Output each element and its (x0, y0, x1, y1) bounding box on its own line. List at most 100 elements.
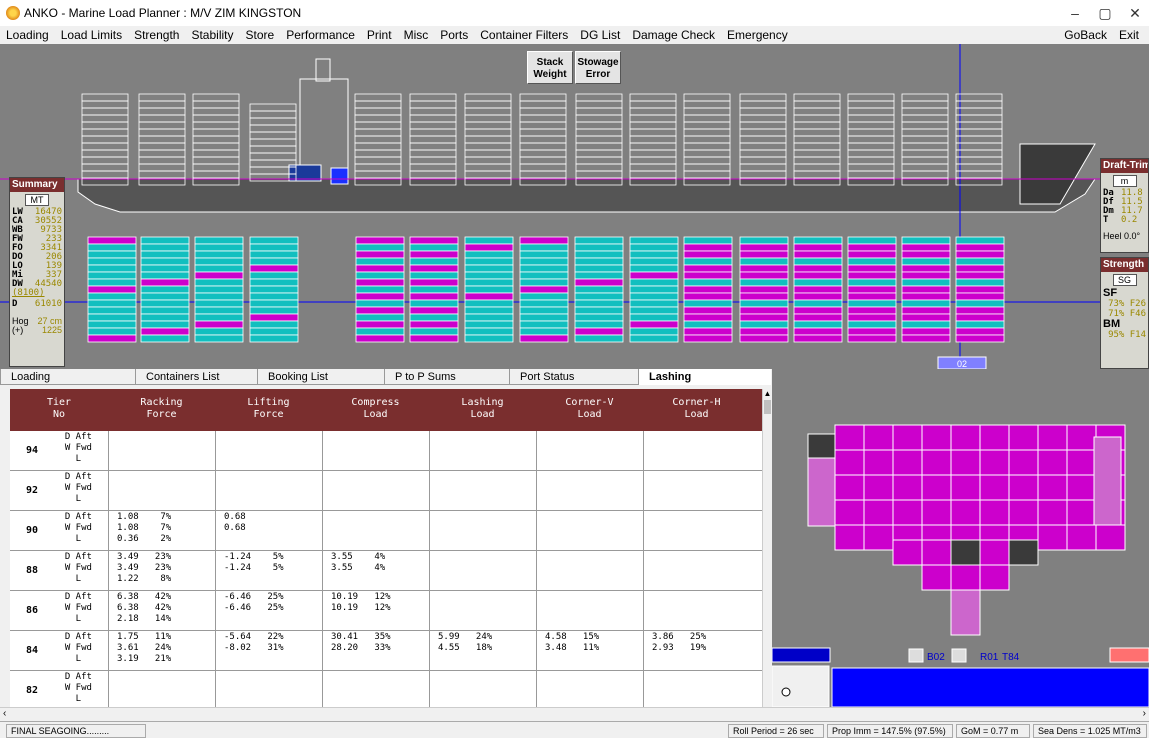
hold-slot[interactable] (355, 285, 405, 294)
menu-strength[interactable]: Strength (128, 28, 185, 42)
bay-slot[interactable] (950, 424, 981, 451)
hold-slot[interactable] (793, 292, 843, 301)
hold-slot[interactable] (464, 334, 514, 343)
deck-slot[interactable] (901, 107, 949, 116)
deck-slot[interactable] (793, 93, 841, 102)
hold-slot[interactable] (683, 299, 733, 308)
deck-slot[interactable] (464, 107, 512, 116)
deck-slot[interactable] (683, 163, 731, 172)
bay-slot[interactable] (1008, 424, 1039, 451)
deck-slot[interactable] (519, 170, 567, 179)
deck-slot[interactable] (955, 163, 1003, 172)
hold-slot[interactable] (955, 299, 1005, 308)
aft-radio[interactable] (781, 687, 791, 697)
deck-slot[interactable] (192, 107, 240, 116)
deck-slot[interactable] (629, 121, 677, 130)
hold-slot[interactable] (194, 292, 244, 301)
hold-slot[interactable] (901, 334, 951, 343)
deck-slot[interactable] (409, 149, 457, 158)
hold-slot[interactable] (140, 264, 190, 273)
deck-slot[interactable] (793, 121, 841, 130)
bay-lower-slot[interactable] (950, 539, 981, 566)
deck-slot[interactable] (901, 142, 949, 151)
tab-lashing[interactable]: Lashing (638, 369, 771, 385)
hold-slot[interactable] (249, 313, 299, 322)
deck-slot[interactable] (575, 121, 623, 130)
hold-slot[interactable] (901, 278, 951, 287)
menu-damage-check[interactable]: Damage Check (626, 28, 721, 42)
hold-slot[interactable] (519, 285, 569, 294)
deck-slot[interactable] (955, 149, 1003, 158)
minimize-button[interactable]: – (1060, 3, 1090, 23)
table-row[interactable]: 94 D Aft W Fwd L (10, 431, 762, 471)
deck-slot[interactable] (249, 152, 297, 161)
hold-slot[interactable] (683, 250, 733, 259)
deck-slot[interactable] (575, 93, 623, 102)
hold-slot[interactable] (249, 327, 299, 336)
hold-slot[interactable] (519, 236, 569, 245)
hold-slot[interactable] (847, 236, 897, 245)
deck-slot[interactable] (955, 100, 1003, 109)
bay-lower-slot[interactable] (921, 539, 952, 566)
deck-slot[interactable] (409, 114, 457, 123)
hold-slot[interactable] (355, 257, 405, 266)
tab-booking-list[interactable]: Booking List (257, 369, 384, 385)
hold-slot[interactable] (847, 313, 897, 322)
deck-slot[interactable] (901, 121, 949, 130)
deck-slot[interactable] (249, 124, 297, 133)
hold-slot[interactable] (87, 306, 137, 315)
bay-lower-slot[interactable] (979, 564, 1010, 591)
deck-slot[interactable] (249, 131, 297, 140)
hold-slot[interactable] (739, 334, 789, 343)
hold-slot[interactable] (574, 334, 624, 343)
deck-slot[interactable] (249, 103, 297, 112)
hold-slot[interactable] (409, 299, 459, 308)
deck-slot[interactable] (192, 156, 240, 165)
table-row[interactable]: 82 D Aft W Fwd L (10, 671, 762, 707)
deck-slot[interactable] (901, 170, 949, 179)
deck-slot[interactable] (354, 149, 402, 158)
hold-slot[interactable] (901, 236, 951, 245)
hold-slot[interactable] (249, 306, 299, 315)
hold-slot[interactable] (847, 334, 897, 343)
deck-slot[interactable] (81, 128, 129, 137)
hold-slot[interactable] (793, 250, 843, 259)
lashing-group[interactable] (771, 665, 830, 708)
deck-slot[interactable] (519, 100, 567, 109)
deck-slot[interactable] (683, 121, 731, 130)
bay-slot[interactable] (834, 474, 865, 501)
hold-slot[interactable] (249, 285, 299, 294)
hold-slot[interactable] (519, 243, 569, 252)
hold-slot[interactable] (574, 292, 624, 301)
deck-slot[interactable] (847, 149, 895, 158)
bay-prev-button[interactable] (908, 648, 924, 663)
deck-slot[interactable] (138, 135, 186, 144)
hold-slot[interactable] (629, 257, 679, 266)
hold-slot[interactable] (629, 278, 679, 287)
hold-slot[interactable] (901, 285, 951, 294)
hold-slot[interactable] (793, 264, 843, 273)
deck-slot[interactable] (192, 128, 240, 137)
hold-slot[interactable] (140, 292, 190, 301)
hold-slot[interactable] (464, 306, 514, 315)
hold-slot[interactable] (574, 320, 624, 329)
bay-next-button[interactable] (951, 648, 967, 663)
menu-emergency[interactable]: Emergency (721, 28, 794, 42)
scroll-up-icon[interactable]: ▲ (763, 389, 772, 398)
deck-slot[interactable] (81, 163, 129, 172)
deck-slot[interactable] (409, 170, 457, 179)
hold-slot[interactable] (409, 334, 459, 343)
hold-slot[interactable] (194, 243, 244, 252)
table-row[interactable]: 84 D Aft W Fwd L 1.75 11% 3.61 24% 3.19 2… (10, 631, 762, 671)
deck-slot[interactable] (138, 100, 186, 109)
hold-slot[interactable] (140, 299, 190, 308)
scroll-thumb[interactable] (764, 400, 771, 414)
hold-slot[interactable] (194, 299, 244, 308)
menu-dg-list[interactable]: DG List (574, 28, 626, 42)
deck-slot[interactable] (575, 156, 623, 165)
hold-slot[interactable] (519, 257, 569, 266)
deck-slot[interactable] (901, 114, 949, 123)
deck-slot[interactable] (464, 163, 512, 172)
deck-slot[interactable] (519, 142, 567, 151)
hold-slot[interactable] (409, 278, 459, 287)
